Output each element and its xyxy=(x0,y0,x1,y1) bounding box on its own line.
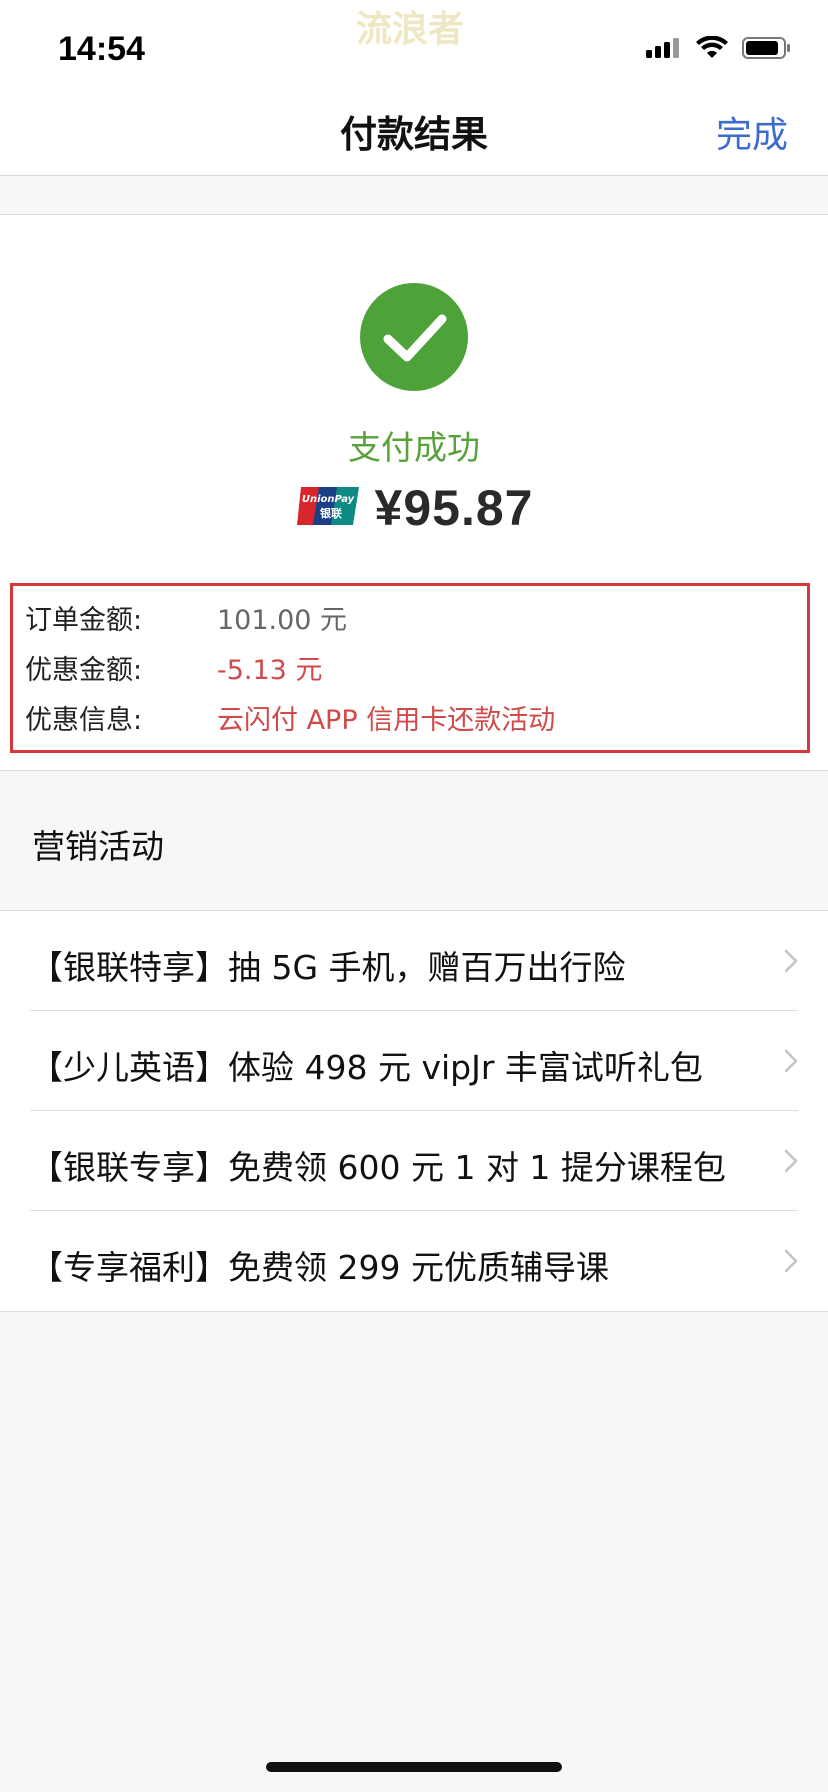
detail-value: 云闪付 APP 信用卡还款活动 xyxy=(217,705,556,736)
list-item-text: 【银联专享】免费领 600 元 1 对 1 提分课程包 xyxy=(30,1148,726,1187)
wifi-icon xyxy=(696,35,728,64)
page-title: 付款结果 xyxy=(340,113,488,156)
status-icons xyxy=(646,35,792,64)
list-item-text: 【少儿英语】体验 498 元 vipJr 丰富试听礼包 xyxy=(30,1048,703,1087)
battery-icon xyxy=(742,36,792,64)
detail-label: 优惠信息: xyxy=(25,705,143,736)
chevron-right-icon xyxy=(784,949,798,977)
detail-value: 101.00 元 xyxy=(217,605,348,636)
success-check-icon xyxy=(360,283,468,391)
list-item-text: 【专享福利】免费领 299 元优质辅导课 xyxy=(30,1248,609,1287)
marketing-list: 【银联特享】抽 5G 手机，赠百万出行险 【少儿英语】体验 498 元 vipJ… xyxy=(0,910,828,1312)
home-indicator[interactable] xyxy=(266,1762,562,1772)
chevron-right-icon xyxy=(784,1249,798,1277)
svg-text:银联: 银联 xyxy=(320,506,342,520)
detail-label: 订单金额: xyxy=(25,605,143,636)
payment-amount: ¥95.87 xyxy=(374,480,534,536)
detail-row-order-amount: 订单金额: 101.00 元 xyxy=(25,598,795,638)
payment-status-text: 支付成功 xyxy=(348,428,480,467)
nav-bar: 付款结果 完成 xyxy=(0,96,828,176)
detail-row-discount-info: 优惠信息: 云闪付 APP 信用卡还款活动 xyxy=(25,698,795,738)
watermark: 流浪者 xyxy=(356,9,465,50)
done-button[interactable]: 完成 xyxy=(716,106,788,158)
svg-text:UnionPay: UnionPay xyxy=(301,494,354,505)
list-item[interactable]: 【少儿英语】体验 498 元 vipJr 丰富试听礼包 xyxy=(0,1011,828,1111)
list-item[interactable]: 【银联特享】抽 5G 手机，赠百万出行险 xyxy=(0,911,828,1011)
signal-icon xyxy=(646,36,682,64)
list-item-text: 【银联特享】抽 5G 手机，赠百万出行险 xyxy=(30,948,626,987)
marketing-header: 营销活动 xyxy=(32,827,164,866)
unionpay-logo-icon: UnionPay 银联 xyxy=(295,485,361,531)
detail-label: 优惠金额: xyxy=(25,655,143,686)
detail-row-discount-amount: 优惠金额: -5.13 元 xyxy=(25,648,795,688)
highlight-box: 订单金额: 101.00 元 优惠金额: -5.13 元 优惠信息: 云闪付 A… xyxy=(10,583,810,753)
list-item[interactable]: 【银联专享】免费领 600 元 1 对 1 提分课程包 xyxy=(0,1111,828,1211)
payment-result-card: 支付成功 UnionPay 银联 ¥95.87 xyxy=(0,214,828,568)
list-item[interactable]: 【专享福利】免费领 299 元优质辅导课 xyxy=(0,1211,828,1311)
status-time: 14:54 xyxy=(58,30,145,68)
chevron-right-icon xyxy=(784,1049,798,1077)
detail-value: -5.13 元 xyxy=(217,655,323,686)
amount-row: UnionPay 银联 ¥95.87 xyxy=(0,479,828,537)
order-details-section: 订单金额: 101.00 元 优惠金额: -5.13 元 优惠信息: 云闪付 A… xyxy=(0,567,828,771)
chevron-right-icon xyxy=(784,1149,798,1177)
status-bar: 14:54 流浪者 xyxy=(0,0,828,96)
